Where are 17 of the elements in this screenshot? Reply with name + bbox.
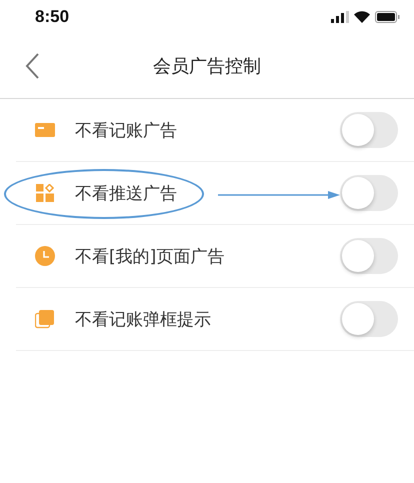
status-time: 8:50 (35, 7, 70, 27)
row-label: 不看推送广告 (75, 182, 177, 204)
wifi-icon (354, 11, 370, 23)
signal-icon (331, 11, 349, 23)
page-title: 会员广告控制 (153, 55, 261, 78)
grid-icon (36, 184, 54, 202)
toggle-switch[interactable] (340, 175, 398, 211)
row-label: 不看[我的]页面广告 (75, 246, 224, 268)
battery-icon (375, 11, 400, 23)
toggle-switch[interactable] (340, 301, 398, 337)
row-label: 不看记账广告 (75, 120, 177, 142)
clock-icon (35, 246, 55, 266)
card-icon (35, 123, 55, 137)
toggle-switch[interactable] (340, 112, 398, 148)
row-label: 不看记账弹框提示 (75, 308, 211, 330)
toggle-switch[interactable] (340, 238, 398, 274)
stack-icon (35, 309, 55, 329)
